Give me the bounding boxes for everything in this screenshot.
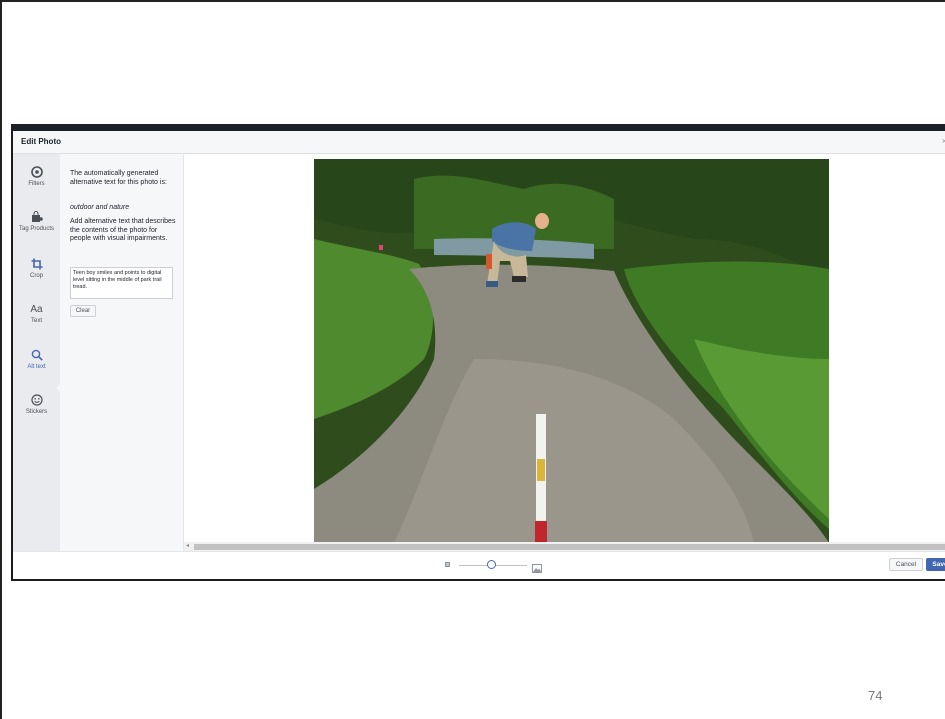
- dialog-footer: Cancel Save: [13, 551, 945, 579]
- tool-label: Crop: [29, 273, 43, 279]
- alt-instructions: Add alternative text that describes the …: [70, 218, 176, 242]
- smiley-icon: [13, 394, 60, 408]
- horizontal-scrollbar[interactable]: ◂: [184, 542, 945, 551]
- alt-text-panel: The automatically generated alternative …: [60, 154, 184, 551]
- zoom-out-icon[interactable]: [445, 562, 450, 567]
- save-button[interactable]: Save: [926, 558, 945, 571]
- screenshot-frame: Edit Photo × Filters Tag Products: [11, 124, 945, 581]
- tool-label: Tag Products: [18, 226, 55, 232]
- alt-text-input[interactable]: Teen boy smiles and points to digital le…: [70, 267, 173, 299]
- search-icon: [13, 349, 60, 363]
- tool-rail: Filters Tag Products Crop Aa Text Alt te…: [13, 154, 61, 551]
- tool-filters[interactable]: Filters: [13, 166, 60, 188]
- crop-icon: [13, 258, 60, 272]
- zoom-slider-handle[interactable]: [487, 560, 496, 569]
- scrollbar-thumb[interactable]: [194, 544, 945, 550]
- window-top-bar: [13, 124, 945, 131]
- tool-label: Text: [30, 318, 42, 324]
- text-icon: Aa: [30, 304, 43, 315]
- shopping-bag-icon: [13, 211, 60, 225]
- dialog-title: Edit Photo: [21, 137, 61, 146]
- trail-photo[interactable]: [314, 159, 829, 543]
- tool-label: Filters: [28, 181, 45, 187]
- slide-number: 74: [868, 688, 883, 703]
- scroll-left-icon[interactable]: ◂: [186, 542, 189, 549]
- tool-text[interactable]: Aa Text: [13, 303, 60, 325]
- dialog-header: Edit Photo ×: [13, 131, 945, 154]
- tool-stickers[interactable]: Stickers: [13, 394, 60, 416]
- filters-icon: [13, 166, 60, 180]
- zoom-in-icon[interactable]: [532, 560, 542, 573]
- presentation-slide: Edit Photo × Filters Tag Products: [0, 0, 945, 719]
- tool-tag-products[interactable]: Tag Products: [13, 211, 60, 233]
- clear-button[interactable]: Clear: [70, 305, 96, 317]
- generated-alt-text: outdoor and nature: [70, 204, 130, 211]
- tool-crop[interactable]: Crop: [13, 258, 60, 280]
- alt-intro-text: The automatically generated alternative …: [70, 170, 167, 186]
- tool-label: Alt text: [27, 364, 46, 370]
- cancel-button[interactable]: Cancel: [889, 558, 923, 571]
- tool-label: Stickers: [25, 409, 48, 415]
- tool-alt-text[interactable]: Alt text: [13, 349, 60, 371]
- photo-canvas: [184, 154, 945, 551]
